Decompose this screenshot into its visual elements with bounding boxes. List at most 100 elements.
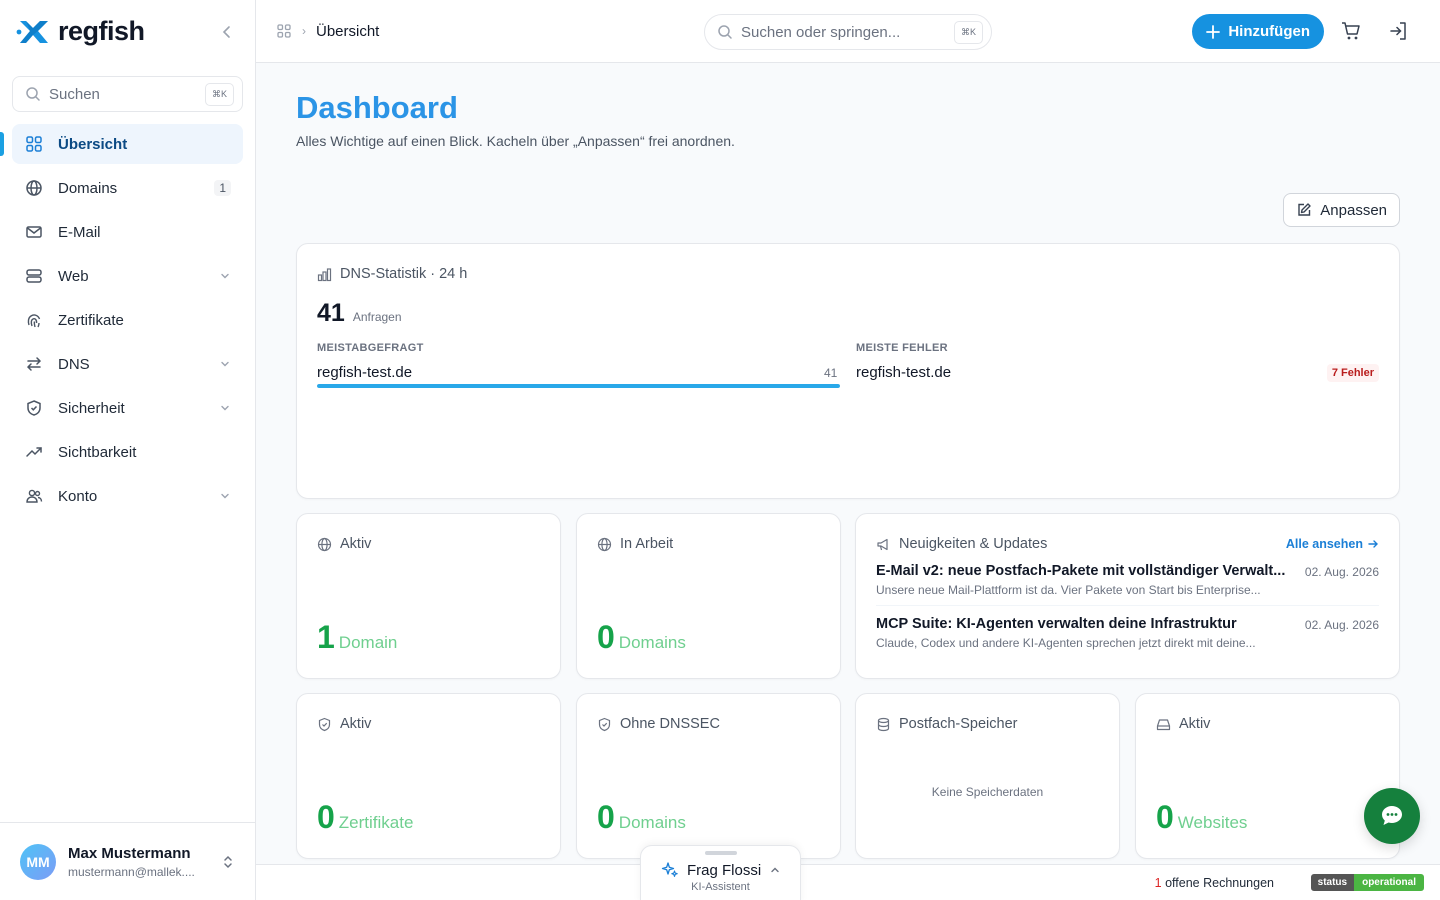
brand-logo[interactable]: regfish [16, 16, 145, 47]
card-header: In Arbeit [597, 536, 673, 552]
most-errors-domain[interactable]: regfish-test.de [856, 364, 951, 381]
empty-state-text: Keine Speicherdaten [931, 785, 1044, 799]
stat-number: 0 [597, 619, 615, 655]
card-title: In Arbeit [620, 536, 674, 552]
sidebar-item-zertifikate[interactable]: Zertifikate [12, 300, 243, 340]
card-title: Aktiv [340, 716, 372, 732]
card-title: Neuigkeiten & Updates [899, 536, 1048, 552]
dns-total: 41 Anfragen [317, 299, 402, 328]
grid-icon[interactable] [276, 23, 292, 39]
mailbox-storage-card[interactable]: Postfach-Speicher Keine Speicherdaten [855, 693, 1120, 859]
customize-button[interactable]: Anpassen [1283, 193, 1400, 227]
sidebar-item-sichtbarkeit[interactable]: Sichtbarkeit [12, 432, 243, 472]
search-icon [26, 87, 40, 101]
sidebar-item-domains[interactable]: Domains 1 [12, 168, 243, 208]
sidebar-item-uebersicht[interactable]: Übersicht [0, 124, 243, 164]
sidebar-item-label: Sicherheit [58, 399, 125, 417]
globe-icon [24, 178, 44, 198]
chevron-down-icon [219, 402, 231, 414]
news-date: 02. Aug. 2026 [1304, 618, 1379, 632]
fingerprint-icon [24, 310, 44, 330]
stat-number: 0 [317, 799, 335, 835]
global-search-shortcut: ⌘K [953, 20, 983, 44]
shield-check-icon [317, 717, 332, 732]
top-queried-bar [317, 384, 840, 388]
stat-unit: Zertifikate [338, 813, 414, 832]
sidebar-search-placeholder: Suchen [49, 85, 100, 103]
collapse-sidebar-button[interactable] [215, 20, 239, 44]
arrows-exchange-icon [24, 354, 44, 374]
pending-domains-card[interactable]: In Arbeit 0 Domains [576, 513, 841, 679]
most-errors-label: MEISTE FEHLER [856, 342, 948, 354]
users-icon [24, 486, 44, 506]
assistant-title: Frag Flossi [687, 861, 762, 879]
active-websites-card[interactable]: Aktiv 0 Websites [1135, 693, 1400, 859]
top-queried-count: 41 [824, 366, 838, 380]
topbar: › Übersicht Suchen oder springen... ⌘K H… [256, 0, 1440, 63]
card-title: DNS-Statistik · 24 h [340, 266, 468, 282]
logout-icon[interactable] [1388, 20, 1410, 42]
user-menu[interactable]: MM Max Mustermann mustermann@mallek.... [0, 822, 255, 900]
view-all-news-link[interactable]: Alle ansehen [1286, 537, 1379, 551]
news-description: Unsere neue Mail-Plattform ist da. Vier … [876, 583, 1261, 597]
search-icon [718, 25, 732, 39]
megaphone-icon [876, 537, 891, 552]
chevron-up-icon [769, 864, 781, 876]
news-item[interactable]: E-Mail v2: neue Postfach-Pakete mit voll… [876, 563, 1379, 597]
sidebar-item-label: Konto [58, 487, 98, 505]
news-item[interactable]: MCP Suite: KI-Agenten verwalten deine In… [876, 616, 1379, 650]
stat-unit: Domains [618, 813, 686, 832]
open-invoices-link[interactable]: 1 offene Rechnungen [1155, 876, 1274, 890]
chevron-left-icon [222, 25, 230, 38]
no-dnssec-card[interactable]: Ohne DNSSEC 0 Domains [576, 693, 841, 859]
assistant-subtitle: KI-Assistent [691, 881, 750, 893]
card-title: Ohne DNSSEC [620, 716, 720, 732]
top-queried-label: MEISTABGEFRAGT [317, 342, 424, 354]
sidebar-item-email[interactable]: E-Mail [12, 212, 243, 252]
page-title: Dashboard [296, 90, 458, 125]
globe-icon [317, 537, 332, 552]
open-invoices-count: 1 [1154, 876, 1162, 890]
chat-button[interactable] [1364, 788, 1420, 844]
stat-value: 1 Domain [317, 619, 397, 656]
sidebar-item-label: Zertifikate [58, 311, 124, 329]
add-button[interactable]: Hinzufügen [1192, 14, 1324, 49]
cart-icon[interactable] [1340, 20, 1362, 42]
sidebar-item-dns[interactable]: DNS [12, 344, 243, 384]
sidebar-nav: Übersicht Domains 1 E-Mail Web Zertifika… [0, 124, 255, 516]
dns-total-unit: Anfragen [352, 310, 402, 324]
arrow-right-icon [1367, 538, 1379, 550]
sidebar-item-sicherheit[interactable]: Sicherheit [12, 388, 243, 428]
sidebar-item-web[interactable]: Web [12, 256, 243, 296]
card-header: Postfach-Speicher [876, 716, 1017, 732]
card-header: Neuigkeiten & Updates [876, 536, 1047, 552]
drag-handle[interactable] [705, 851, 737, 855]
ai-assistant-drawer[interactable]: Frag Flossi KI-Assistent [640, 845, 801, 900]
error-count-badge: 7 Fehler [1326, 364, 1379, 382]
top-queried-domain[interactable]: regfish-test.de [317, 364, 412, 381]
sidebar-item-label: E-Mail [58, 223, 101, 241]
sidebar: regfish Suchen ⌘K Übersicht Domains 1 E-… [0, 0, 256, 900]
stat-value: 0 Zertifikate [317, 799, 413, 836]
stat-number: 0 [597, 799, 615, 835]
chevron-down-icon [219, 270, 231, 282]
stat-unit: Domains [618, 633, 686, 652]
sidebar-item-label: Sichtbarkeit [58, 443, 137, 461]
active-domains-card[interactable]: Aktiv 1 Domain [296, 513, 561, 679]
sidebar-item-label: Domains [58, 179, 118, 197]
avatar: MM [20, 843, 56, 880]
card-title: Aktiv [340, 536, 372, 552]
stat-number: 1 [317, 619, 335, 655]
global-search-input[interactable]: Suchen oder springen... ⌘K [704, 14, 992, 50]
status-badge[interactable]: status operational [1310, 874, 1424, 891]
sidebar-search-input[interactable]: Suchen ⌘K [12, 76, 243, 112]
assistant-header: Frag Flossi [661, 861, 781, 879]
sidebar-item-konto[interactable]: Konto [12, 476, 243, 516]
card-header: DNS-Statistik · 24 h [317, 266, 467, 282]
active-certificates-card[interactable]: Aktiv 0 Zertifikate [296, 693, 561, 859]
stat-unit: Websites [1177, 813, 1248, 832]
news-card: Neuigkeiten & Updates Alle ansehen E-Mai… [855, 513, 1400, 679]
chat-bubble-icon [1382, 806, 1402, 825]
card-header: Ohne DNSSEC [597, 716, 720, 732]
breadcrumb-current: Übersicht [316, 22, 380, 40]
